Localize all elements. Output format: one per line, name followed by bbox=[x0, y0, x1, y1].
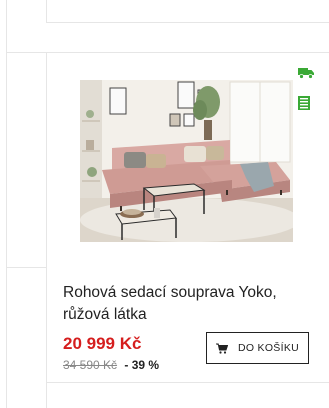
old-price: 34 590 Kč bbox=[63, 358, 118, 372]
old-price-row: 34 590 Kč - 39 % bbox=[63, 358, 159, 372]
cart-icon bbox=[215, 343, 228, 354]
grid-divider bbox=[46, 22, 329, 23]
product-image[interactable] bbox=[80, 80, 293, 242]
grid-divider bbox=[6, 52, 46, 53]
product-title[interactable]: Rohová sedací souprava Yoko, růžová látk… bbox=[63, 282, 313, 326]
grid-divider bbox=[46, 382, 329, 383]
discount-badge: - 39 % bbox=[124, 358, 160, 372]
product-card[interactable]: Rohová sedací souprava Yoko, růžová látk… bbox=[46, 52, 329, 382]
stock-icon bbox=[298, 96, 314, 110]
add-to-cart-label: DO KOŠÍKU bbox=[237, 342, 300, 354]
grid-divider bbox=[6, 0, 7, 408]
truck-icon bbox=[298, 66, 314, 80]
product-price: 20 999 Kč bbox=[63, 334, 142, 353]
product-listing-page: Rohová sedací souprava Yoko, růžová látk… bbox=[0, 0, 329, 408]
add-to-cart-button[interactable]: DO KOŠÍKU bbox=[206, 332, 309, 364]
grid-divider bbox=[6, 267, 46, 268]
grid-divider bbox=[46, 0, 47, 22]
